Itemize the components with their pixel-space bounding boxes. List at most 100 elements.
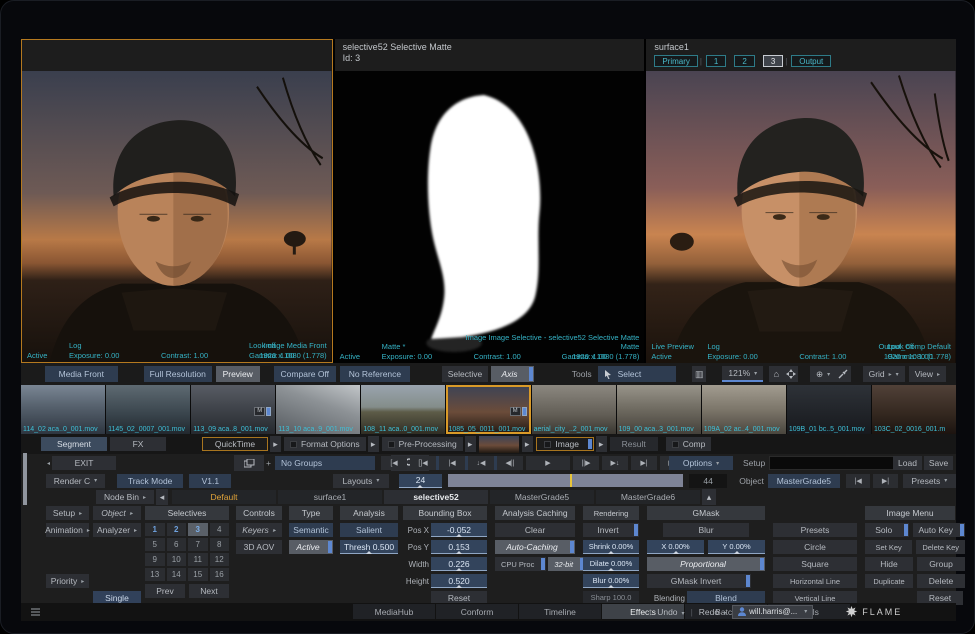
load-button[interactable]: Load — [893, 456, 922, 470]
gmask-blur-y-field[interactable]: Y 0.00% — [708, 540, 765, 554]
transport-button[interactable]: ↓◀ — [468, 456, 494, 470]
proportional-toggle[interactable]: Proportional — [647, 557, 765, 571]
group-copy-icon[interactable] — [234, 455, 264, 471]
module-tab[interactable]: Timeline — [519, 604, 601, 619]
current-frame-field[interactable]: 24 — [399, 474, 443, 488]
menu-hamburger-icon[interactable] — [31, 608, 40, 618]
setup-menu[interactable]: Setup▸ — [46, 506, 89, 520]
timeline-clip-thumbnail[interactable]: 109B_01 bc..5_001.mov — [787, 385, 871, 434]
shrink-field[interactable]: Shrink 0.00% — [583, 540, 639, 554]
node-quicktime[interactable]: QuickTime — [202, 437, 268, 451]
transport-button[interactable]: ||▶ — [573, 456, 599, 470]
delete-key-button[interactable]: Delete Key — [916, 540, 965, 554]
height-field[interactable]: 0.520 — [431, 574, 487, 588]
selective-number-cell[interactable]: 1 — [145, 523, 165, 536]
blur-field[interactable]: Blur 0.00% — [583, 574, 639, 588]
viewer-image-matte[interactable] — [335, 71, 645, 363]
square-preset-button[interactable]: Square — [773, 557, 857, 571]
gmask-blur-button[interactable]: Blur — [663, 523, 749, 537]
timeline-clip-thumbnail[interactable]: 113_09 aca..8_001.mov M — [191, 385, 275, 434]
surface-output-button[interactable]: 3 — [763, 55, 783, 67]
salient-button[interactable]: Salient — [340, 523, 398, 537]
timeline-clip-thumbnail[interactable]: 114_02 aca..0_001.mov — [21, 385, 105, 434]
axis-toggle[interactable]: Axis — [491, 366, 534, 382]
timeline-clip-thumbnail[interactable]: 1085_05_0011_001.mov M — [446, 385, 530, 434]
circle-preset-button[interactable]: Circle — [773, 540, 857, 554]
tab-result[interactable]: Result — [610, 437, 658, 451]
exit-button[interactable]: EXIT — [52, 456, 116, 470]
node-tab[interactable]: MasterGrade5 — [490, 490, 594, 504]
node-tab[interactable]: surface1 — [278, 490, 382, 504]
horizontal-line-preset-button[interactable]: Horizontal Line — [773, 574, 857, 588]
surface-output-button[interactable]: 2 — [734, 55, 754, 67]
selective-number-cell[interactable]: 5 — [145, 538, 165, 551]
active-toggle[interactable]: Active — [289, 540, 333, 554]
timeline-clip-thumbnail[interactable]: 113_10 aca..9_001.mov — [276, 385, 360, 434]
track-mode-button[interactable]: Track Mode — [117, 474, 183, 488]
hide-button[interactable]: Hide — [865, 557, 913, 571]
color-picker-icon[interactable] — [836, 366, 850, 382]
priority-menu[interactable]: Priority▸ — [46, 574, 89, 588]
analysis-header[interactable]: Analysis — [340, 506, 398, 520]
add-group-icon[interactable]: + — [266, 458, 271, 468]
node-tab[interactable]: selective52 — [384, 490, 488, 504]
gmask-header[interactable]: GMask — [647, 506, 765, 520]
solo-toggle[interactable]: Solo — [865, 523, 909, 537]
viewport-front[interactable]: LogLook off ActiveExposure: 0.00Contrast… — [21, 39, 333, 363]
next-object-button[interactable]: ▶| — [873, 474, 897, 488]
layout-columns-icon[interactable]: ▥ — [692, 366, 706, 382]
enable-checkbox[interactable] — [290, 441, 297, 448]
playhead[interactable] — [570, 474, 572, 487]
selective-number-cell[interactable]: 14 — [167, 568, 187, 581]
next-selective-button[interactable]: Next — [189, 584, 229, 598]
clear-cache-button[interactable]: Clear — [495, 523, 575, 537]
tab-fx[interactable]: FX — [110, 437, 166, 451]
view-selector[interactable]: View▸ — [909, 366, 946, 382]
surface-output-button[interactable]: 1 — [706, 55, 726, 67]
transport-button[interactable]: ▶ — [526, 456, 570, 470]
analyzer-menu[interactable]: Analyzer▸ — [93, 523, 141, 537]
media-front-selector[interactable]: Media Front — [45, 366, 118, 382]
grid-selector[interactable]: Grid▸▾ — [863, 366, 905, 382]
timeline-clip-thumbnail[interactable]: 109A_02 ac..4_001.mov — [702, 385, 786, 434]
node-tab[interactable]: Default — [172, 490, 276, 504]
selective-number-cell[interactable]: 6 — [167, 538, 187, 551]
user-account-selector[interactable]: will.harris@...▾ — [732, 605, 813, 619]
transport-button[interactable]: []◀ — [410, 456, 436, 470]
selective-number-cell[interactable]: 4 — [210, 523, 230, 536]
animation-menu[interactable]: Animation▸ — [46, 523, 89, 537]
surface-output-button[interactable]: Primary — [654, 55, 698, 67]
transport-button[interactable]: ◀|| — [497, 456, 523, 470]
prev-object-button[interactable]: |◀ — [846, 474, 870, 488]
save-button[interactable]: Save — [924, 456, 953, 470]
timeline-position-slider[interactable] — [448, 474, 683, 487]
tab-segment[interactable]: Segment — [41, 437, 107, 451]
enable-checkbox[interactable] — [544, 441, 551, 448]
render-selector[interactable]: Render C▾ — [46, 474, 105, 488]
node-image[interactable]: Image — [536, 437, 594, 451]
selective-number-cell[interactable]: 11 — [188, 553, 208, 566]
set-key-button[interactable]: Set Key — [865, 540, 912, 554]
timeline-clip-thumbnail[interactable]: 1145_02_0007_001.mov — [106, 385, 190, 434]
duplicate-button[interactable]: Duplicate — [865, 574, 913, 588]
object-mode-menu[interactable]: Object▸ — [93, 506, 141, 520]
collapse-arrow-icon[interactable]: ◂ — [47, 460, 50, 467]
transport-button[interactable]: [◀ — [381, 456, 407, 470]
node-tab[interactable]: MasterGrade6 — [596, 490, 700, 504]
scroll-right-icon[interactable]: ▴ — [702, 489, 716, 505]
gmask-invert-toggle[interactable]: GMask Invert — [647, 574, 751, 588]
viewer-image-front[interactable] — [22, 71, 332, 362]
selective-number-cell[interactable]: 3 — [188, 523, 208, 536]
image-menu-header[interactable]: Image Menu — [865, 506, 955, 520]
semantic-button[interactable]: Semantic — [289, 523, 333, 537]
invert-toggle[interactable]: Invert — [583, 523, 639, 537]
timeline-clip-thumbnail[interactable]: 108_11 aca..0_001.mov — [361, 385, 445, 434]
version-button[interactable]: V1.1 — [189, 474, 231, 488]
dilate-field[interactable]: Dilate 0.00% — [583, 557, 639, 571]
tool-select-combo[interactable]: Select — [598, 366, 676, 382]
viewport-matte[interactable]: selective52 Selective Matte Id: 3 Matte … — [335, 39, 645, 363]
selective-number-cell[interactable]: 7 — [188, 538, 208, 551]
pos-x-field[interactable]: -0.052 — [431, 523, 487, 537]
zoom-level-selector[interactable]: 121%▾ — [722, 366, 763, 382]
enable-checkbox[interactable] — [672, 441, 679, 448]
